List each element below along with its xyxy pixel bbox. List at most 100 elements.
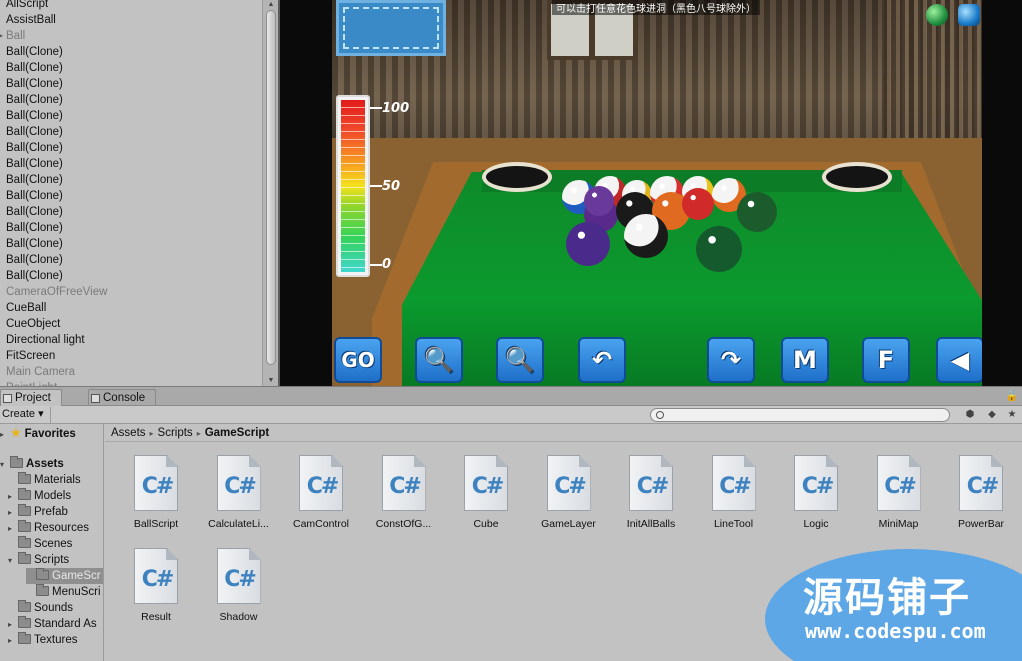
- breadcrumb-gamescript[interactable]: GameScript: [205, 427, 270, 439]
- hierarchy-item[interactable]: Ball(Clone): [0, 188, 262, 204]
- billiard-ball: [566, 222, 610, 266]
- hierarchy-item[interactable]: FitScreen: [0, 348, 262, 364]
- folder-item[interactable]: ▸ Prefab: [8, 504, 68, 520]
- filter-type-icon[interactable]: ⬢: [962, 408, 978, 422]
- minimap[interactable]: [336, 0, 446, 56]
- folder-item[interactable]: Materials: [8, 472, 81, 488]
- zoom-out-button[interactable]: 🔍: [415, 337, 463, 383]
- asset-item[interactable]: C# ConstOfG...: [363, 455, 445, 530]
- asset-item[interactable]: C# InitAllBalls: [610, 455, 692, 530]
- folder-item[interactable]: ▸ Models: [8, 488, 71, 504]
- breadcrumb-assets[interactable]: Assets: [111, 427, 146, 439]
- expand-arrow-icon[interactable]: ▸: [8, 617, 18, 633]
- expand-arrow-icon[interactable]: ▸: [0, 427, 10, 443]
- filter-label-icon[interactable]: ◆: [984, 408, 1000, 422]
- asset-item[interactable]: C# PowerBar: [940, 455, 1022, 530]
- hierarchy-item[interactable]: Ball(Clone): [0, 204, 262, 220]
- asset-label: Shadow: [219, 611, 258, 623]
- create-button[interactable]: Create ▾: [0, 407, 51, 423]
- asset-item[interactable]: C# Cube: [445, 455, 527, 530]
- folder-icon: [36, 584, 49, 596]
- globe-icon[interactable]: [926, 4, 948, 26]
- asset-label: CalculateLi...: [208, 518, 269, 530]
- redo-button[interactable]: ↷: [707, 337, 755, 383]
- hierarchy-item[interactable]: CameraOfFreeView: [0, 284, 262, 300]
- m-button[interactable]: M: [781, 337, 829, 383]
- expand-arrow-icon[interactable]: ▾: [0, 457, 10, 473]
- expand-arrow-icon[interactable]: ▸: [8, 489, 18, 505]
- favorites-item[interactable]: ▸ ★ Favorites: [0, 425, 76, 441]
- hierarchy-item[interactable]: Directional light: [0, 332, 262, 348]
- asset-item[interactable]: C# Shadow: [198, 548, 280, 623]
- folder-item[interactable]: MenuScri: [26, 584, 101, 600]
- tab-project[interactable]: Project: [0, 389, 62, 407]
- folder-item[interactable]: Scenes: [8, 536, 72, 552]
- sound-button[interactable]: ◀: [936, 337, 982, 383]
- hierarchy-item[interactable]: Ball(Clone): [0, 60, 262, 76]
- asset-item[interactable]: C# Logic: [775, 455, 857, 530]
- asset-item[interactable]: C# BallScript: [115, 455, 197, 530]
- expand-arrow-icon[interactable]: ▸: [8, 521, 18, 537]
- power-label-0: 0: [382, 257, 392, 272]
- folder-item[interactable]: Sounds: [8, 600, 73, 616]
- expand-arrow-icon[interactable]: ▾: [8, 553, 18, 569]
- assets-item[interactable]: ▾ Assets: [0, 456, 64, 472]
- hierarchy-item[interactable]: Ball(Clone): [0, 124, 262, 140]
- folder-item[interactable]: ▸ Textures: [8, 632, 77, 648]
- folder-item[interactable]: ▸ Standard As: [8, 616, 97, 632]
- go-button[interactable]: GO: [334, 337, 382, 383]
- breadcrumb-separator-icon: ▸: [149, 429, 154, 438]
- hierarchy-item[interactable]: Ball(Clone): [0, 108, 262, 124]
- hierarchy-item[interactable]: Ball(Clone): [0, 156, 262, 172]
- expand-arrow-icon[interactable]: ▸: [8, 505, 18, 521]
- game-view[interactable]: 可以击打任意花色球进洞（黑色八号球除外） 100 50 0 GO 🔍 🔍 ↶ ↷ M F ◀: [278, 0, 1022, 386]
- hierarchy-item[interactable]: Ball(Clone): [0, 76, 262, 92]
- asset-item[interactable]: C# Result: [115, 548, 197, 623]
- camera-icon[interactable]: [958, 4, 980, 26]
- undo-button[interactable]: ↶: [578, 337, 626, 383]
- folder-label: Prefab: [34, 506, 68, 518]
- power-gradient: [341, 100, 365, 272]
- asset-item[interactable]: C# CalculateLi...: [198, 455, 280, 530]
- game-canvas[interactable]: 可以击打任意花色球进洞（黑色八号球除外） 100 50 0 GO 🔍 🔍 ↶ ↷ M F ◀: [332, 0, 982, 386]
- asset-item[interactable]: C# LineTool: [693, 455, 775, 530]
- folder-item[interactable]: ▾ Scripts: [8, 552, 69, 568]
- hierarchy-item[interactable]: Ball(Clone): [0, 172, 262, 188]
- hierarchy-item[interactable]: Ball(Clone): [0, 140, 262, 156]
- hierarchy-scrollbar[interactable]: ▲ ▼: [262, 0, 278, 386]
- asset-item[interactable]: C# MiniMap: [858, 455, 940, 530]
- hierarchy-item[interactable]: CueBall: [0, 300, 262, 316]
- folder-item[interactable]: ▸ Resources: [8, 520, 89, 536]
- hierarchy-item[interactable]: Ball(Clone): [0, 268, 262, 284]
- hierarchy-item[interactable]: AllScript: [0, 0, 262, 12]
- game-toolbar: GO 🔍 🔍 ↶ ↷ M F ◀: [332, 337, 982, 385]
- scroll-up-arrow-icon[interactable]: ▲: [263, 0, 278, 10]
- folder-item[interactable]: GameScr: [26, 568, 103, 584]
- hierarchy-item[interactable]: Ball(Clone): [0, 220, 262, 236]
- hierarchy-item[interactable]: Ball(Clone): [0, 236, 262, 252]
- hierarchy-item[interactable]: Ball(Clone): [0, 44, 262, 60]
- search-input[interactable]: [650, 408, 950, 422]
- lock-icon[interactable]: 🔒: [1006, 391, 1018, 402]
- favorite-star-icon[interactable]: ★: [1004, 408, 1020, 422]
- hierarchy-item[interactable]: AssistBall: [0, 12, 262, 28]
- asset-label: PowerBar: [957, 518, 1005, 530]
- breadcrumb-scripts[interactable]: Scripts: [158, 427, 193, 439]
- hierarchy-item[interactable]: Ball: [0, 28, 262, 44]
- zoom-in-button[interactable]: 🔍: [496, 337, 544, 383]
- asset-item[interactable]: C# GameLayer: [528, 455, 610, 530]
- csharp-script-icon: C#: [134, 548, 178, 604]
- asset-item[interactable]: C# CamControl: [280, 455, 362, 530]
- hierarchy-item[interactable]: Ball(Clone): [0, 252, 262, 268]
- hierarchy-item[interactable]: Main Camera: [0, 364, 262, 380]
- folder-icon: [18, 520, 31, 532]
- hierarchy-item[interactable]: CueObject: [0, 316, 262, 332]
- hierarchy-item[interactable]: Ball(Clone): [0, 92, 262, 108]
- power-tick-0: [370, 264, 382, 266]
- tab-console[interactable]: Console: [88, 389, 157, 407]
- pocket-left: [482, 162, 552, 192]
- f-button[interactable]: F: [862, 337, 910, 383]
- scroll-down-arrow-icon[interactable]: ▼: [263, 376, 278, 386]
- expand-arrow-icon[interactable]: ▸: [8, 633, 18, 649]
- hierarchy-scroll-thumb[interactable]: [266, 10, 276, 365]
